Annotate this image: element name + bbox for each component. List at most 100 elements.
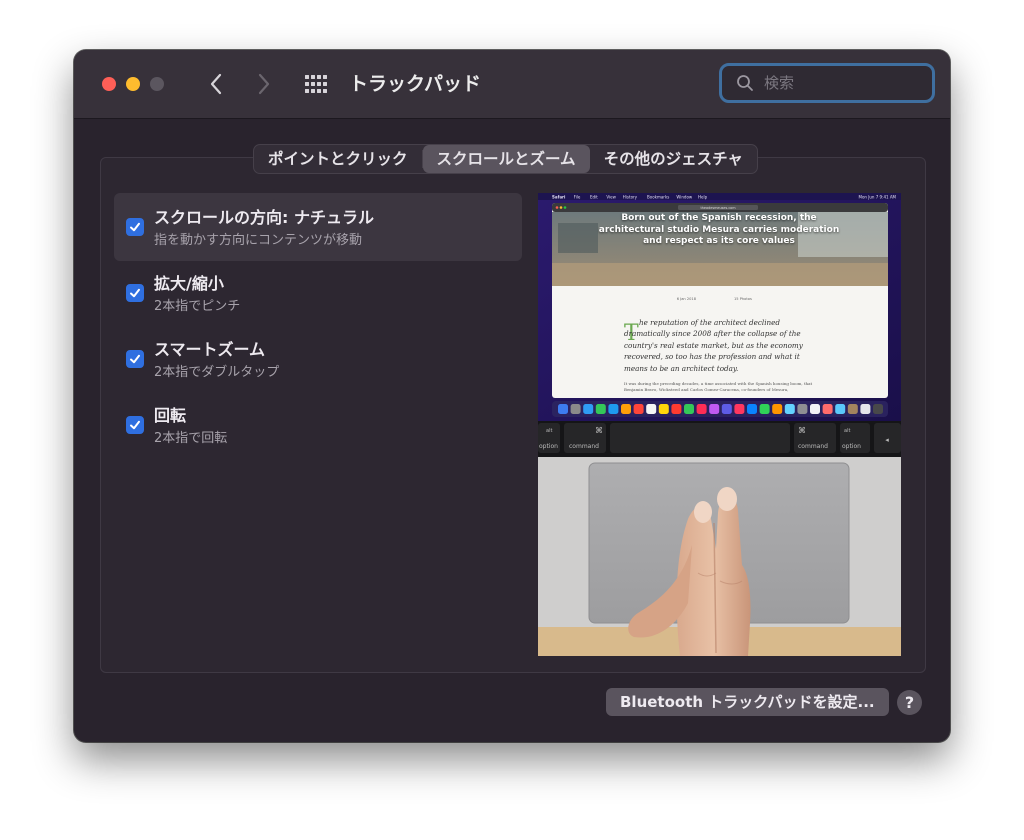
option-zoom-in-out[interactable]: 拡大/縮小 2本指でピンチ [114,259,522,327]
tab-scroll-and-zoom[interactable]: スクロールとズーム [422,145,590,173]
minimize-button[interactable] [126,77,140,91]
article-lead: he reputation of the architect declined … [624,318,803,373]
dock-app-icon [696,404,707,414]
dock-app-icon [671,404,682,414]
option-rotate[interactable]: 回転 2本指で回転 [114,391,522,459]
dock-app-icon [684,404,694,414]
menubar-item: File [574,195,581,200]
key-arrow-label: ◂ [885,436,889,444]
option-subtitle: 2本指でダブルタップ [154,365,280,380]
forward-button[interactable] [250,70,278,98]
dock-app-icon [860,404,871,414]
rotate-checkbox[interactable] [126,416,144,434]
dock-app-icon [772,404,783,414]
option-scroll-direction[interactable]: スクロールの方向: ナチュラル 指を動かす方向にコンテンツが移動 [114,193,522,261]
key-cmd-right-symbol: ⌘ [798,426,806,435]
dock-app-icon [633,404,644,414]
browser-min-dot [559,206,563,209]
dock-app-icon [608,404,619,414]
url-text: theadesmeuses.com [700,206,736,210]
dock-app-icon [747,404,757,414]
option-title: スマートズーム [154,340,266,359]
menubar-item: History [623,195,638,200]
menubar-items: Safari File Edit View History Bookmarks Window… [552,195,708,200]
chevron-left-icon [210,73,222,95]
checkmark-icon [130,288,140,298]
show-all-button[interactable] [304,74,328,94]
menubar-item: Safari [552,195,566,200]
key-space [610,423,790,453]
menubar-time: Mon Jun 7 9:41 AM [859,195,897,200]
menubar-item: View [606,195,616,200]
key-alt-right-label: alt [844,428,850,434]
dock-app-icon [709,404,720,414]
article-date: 6 Jan 2018 [677,297,697,301]
dock-app-icon [784,404,795,414]
dock-app-icon [595,404,606,414]
option-subtitle: 2本指でピンチ [154,299,241,314]
option-subtitle: 指を動かす方向にコンテンツが移動 [154,233,363,248]
key-cmd-left-symbol: ⌘ [595,426,603,435]
gesture-preview: Safari File Edit View History Bookmarks Window… [538,193,901,656]
key-alt-left-label: alt [546,428,552,434]
search-icon [737,75,753,91]
browser-zoom-dot [563,206,567,209]
key-command-left-label: command [569,443,599,450]
preferences-window: トラックパッド ポイントとクリック スクロールとズーム その他のジェスチャ スク… [74,50,950,742]
key-option-left-label: option [539,443,558,450]
menubar-item: Edit [590,195,598,200]
article-photos: 15 Photos [734,297,752,301]
tab-bar: ポイントとクリック スクロールとズーム その他のジェスチャ [253,144,758,174]
option-title: 拡大/縮小 [154,274,224,293]
dock-app-icon [558,404,568,414]
search-field[interactable] [719,63,935,103]
chevron-right-icon [258,73,270,95]
article-lead-box: he reputation of the architect declined … [624,318,803,373]
menubar-item: Bookmarks [647,195,669,200]
option-title: スクロールの方向: ナチュラル [154,208,374,227]
dock-app-icon [835,404,846,414]
key-command-right-label: command [798,443,828,450]
dock-app-icon [759,404,770,414]
zoom-button[interactable] [150,77,164,91]
tab-point-and-click[interactable]: ポイントとクリック [254,145,422,173]
option-subtitle: 2本指で回転 [154,431,228,446]
dock-app-icon [658,404,669,414]
dock-app-icon [822,404,833,414]
setup-bluetooth-trackpad-button[interactable]: Bluetooth トラックパッドを設定... [606,688,889,716]
dock-app-icon [734,404,745,414]
article-small-box: It was during the preceding decades, a t… [624,381,813,392]
scroll-direction-checkbox[interactable] [126,218,144,236]
dock-app-icon [583,404,594,414]
preview-illustration: Safari File Edit View History Bookmarks Window… [538,193,901,656]
checkmark-icon [130,354,140,364]
key-option-right-label: option [842,443,861,450]
browser-close-dot [555,206,559,209]
menubar-item: Window [676,195,693,200]
dock-app-icon [873,404,883,414]
dock-app-icon [847,404,858,414]
option-smart-zoom[interactable]: スマートズーム 2本指でダブルタップ [114,325,522,393]
close-button[interactable] [102,77,116,91]
checkmark-icon [130,420,140,430]
dock-app-icon [797,404,808,414]
back-button[interactable] [202,70,230,98]
checkmark-icon [130,222,140,232]
option-title: 回転 [154,406,187,425]
dock-app-icon [810,404,820,414]
title-bar: トラックパッド [74,50,950,119]
menubar-item: Help [698,195,708,200]
dock-app-icon [621,404,631,414]
article-small: It was during the preceding decades, a t… [624,381,813,392]
dock-app-icon [570,404,581,414]
hero-headline: Born out of the Spanish recession, the a… [598,213,840,246]
dock-app-icon [646,404,657,414]
smart-zoom-checkbox[interactable] [126,350,144,368]
zoom-in-out-checkbox[interactable] [126,284,144,302]
grid-icon [305,75,327,93]
tab-more-gestures[interactable]: その他のジェスチャ [590,145,757,173]
help-button[interactable]: ? [897,690,922,715]
search-input[interactable] [762,73,926,93]
dock-app-icon [721,404,732,414]
hero-headline-box: Born out of the Spanish recession, the a… [598,213,840,246]
